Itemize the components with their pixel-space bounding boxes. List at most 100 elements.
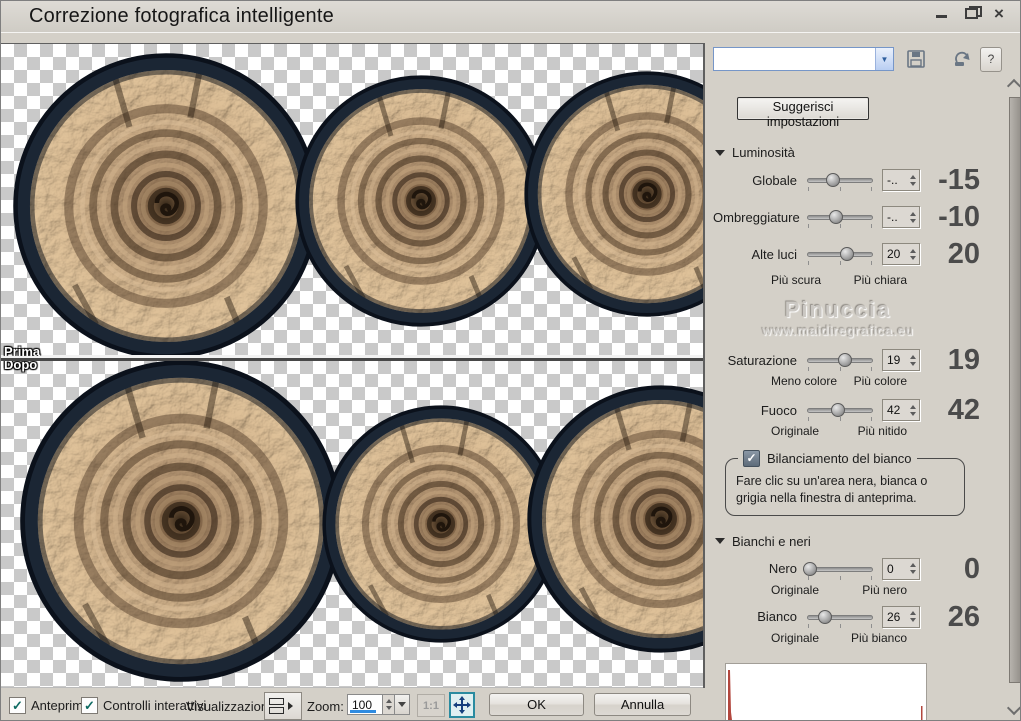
scale-label-original: Originale <box>771 630 820 645</box>
chevron-down-icon[interactable]: ▼ <box>875 48 893 70</box>
zoom-dropdown-button[interactable] <box>395 694 410 715</box>
settings-panel: ▼ ? Suggerisci impostazioni Luminosità G… <box>713 46 1009 720</box>
split-horizontal-icon <box>269 698 284 714</box>
spinner-arrows[interactable] <box>908 404 919 416</box>
scale-label-darker: Più scura <box>771 273 822 287</box>
annotation-value: -10 <box>938 201 980 233</box>
scale-label-more-color: Più colore <box>853 374 907 388</box>
slider-row-shadows: Ombreggiature -.. -10 <box>713 201 980 233</box>
slider-row-white: Bianco 26 26 <box>757 600 980 633</box>
save-preset-icon[interactable] <box>906 49 926 69</box>
zoom-value-bar <box>350 710 376 713</box>
histogram-chart <box>728 669 923 720</box>
saturation-spinbox[interactable]: 19 <box>882 349 920 371</box>
black-slider[interactable] <box>802 560 873 580</box>
restore-button[interactable] <box>964 6 982 20</box>
bottom-toolbar: ✓ Anteprim ✓ Controlli interattivi Visua… <box>1 689 711 720</box>
smart-photo-fix-dialog: Correzione fotografica intelligente × Pr… <box>0 0 1021 721</box>
saturation-slider[interactable] <box>807 351 873 371</box>
scrollbar-thumb[interactable] <box>1009 97 1020 683</box>
after-preview-image <box>1 361 703 687</box>
zoom-spinbox[interactable]: 100 <box>347 694 410 715</box>
scale-label-less-color: Meno colore <box>771 374 838 388</box>
after-label: Dopo <box>4 361 38 372</box>
white-balance-note: Fare clic su un'area nera, bianca o grig… <box>736 474 928 505</box>
focus-slider[interactable] <box>807 401 873 421</box>
panel-scrollbar[interactable] <box>1006 78 1020 716</box>
reset-to-default-icon[interactable] <box>952 49 974 69</box>
shadows-slider-thumb[interactable] <box>829 210 844 224</box>
annotation-value: 42 <box>947 394 980 426</box>
shadows-spinbox[interactable]: -.. <box>882 206 920 228</box>
watermark-site: www.maidiregrafica.eu <box>762 323 914 338</box>
black-slider-thumb[interactable] <box>802 561 817 576</box>
section-blacks-whites[interactable]: Bianchi e neri <box>715 534 1009 549</box>
preview-checkbox[interactable]: ✓ <box>9 697 26 714</box>
before-pane[interactable]: Prima <box>1 44 703 356</box>
zoom-spinner-arrows[interactable] <box>383 694 395 715</box>
scale-label-original: Originale <box>771 424 820 438</box>
scale-label-original: Originale <box>771 582 820 597</box>
help-button[interactable]: ? <box>980 46 1002 72</box>
collapse-triangle-icon[interactable] <box>715 149 725 156</box>
scroll-up-icon[interactable] <box>1006 78 1020 94</box>
minimize-button[interactable] <box>934 6 950 20</box>
zoom-value[interactable]: 100 <box>347 694 383 715</box>
white-slider-thumb[interactable] <box>818 609 833 624</box>
interactive-controls-checkbox[interactable]: ✓ <box>81 697 98 714</box>
preview-area: Prima Dopo <box>1 43 705 688</box>
section-luminosity[interactable]: Luminosità <box>715 145 1009 160</box>
spinner-arrows[interactable] <box>908 248 919 260</box>
watermark-name: Pinuccia <box>784 297 892 322</box>
spinner-arrows[interactable] <box>908 211 919 223</box>
global-spinbox[interactable]: -.. <box>882 169 920 191</box>
suggest-settings-button[interactable]: Suggerisci impostazioni <box>737 97 869 129</box>
spinner-arrows[interactable] <box>908 563 919 575</box>
scale-label-sharper: Più nitido <box>857 424 907 438</box>
before-label: Prima <box>4 344 41 356</box>
spinner-arrows[interactable] <box>908 174 919 186</box>
global-slider[interactable] <box>807 171 873 191</box>
focus-slider-thumb[interactable] <box>831 403 846 417</box>
scale-label-blacker: Più nero <box>862 582 907 597</box>
scroll-down-icon[interactable] <box>1006 700 1020 716</box>
cancel-button[interactable]: Annulla <box>594 693 691 716</box>
annotation-value: -15 <box>938 164 980 196</box>
after-pane[interactable]: Dopo <box>1 361 703 687</box>
before-preview-image <box>1 44 703 356</box>
spinner-arrows[interactable] <box>908 611 919 623</box>
scale-label-whiter: Più bianco <box>850 630 907 645</box>
slider-row-global: Globale -.. -15 <box>752 164 980 196</box>
view-mode-button[interactable] <box>264 692 302 720</box>
ok-button[interactable]: OK <box>489 693 584 716</box>
global-slider-thumb[interactable] <box>826 173 841 187</box>
close-icon: × <box>994 4 1004 23</box>
pan-navigate-button[interactable] <box>449 692 475 718</box>
shadows-slider[interactable] <box>807 208 873 228</box>
highlights-slider[interactable] <box>807 245 873 265</box>
spinner-arrows[interactable] <box>908 354 919 366</box>
zoom-label: Zoom: <box>307 699 344 714</box>
black-spinbox[interactable]: 0 <box>882 557 920 580</box>
close-button[interactable]: × <box>994 4 1010 23</box>
scale-label-lighter: Più chiara <box>853 273 907 287</box>
highlights-slider-thumb[interactable] <box>839 247 854 261</box>
title-bar[interactable]: Correzione fotografica intelligente × <box>1 1 1020 33</box>
collapse-triangle-icon[interactable] <box>715 538 725 545</box>
white-slider[interactable] <box>807 608 873 628</box>
highlights-spinbox[interactable]: 20 <box>882 243 920 265</box>
annotation-value: 26 <box>947 600 980 633</box>
four-way-arrow-icon <box>453 696 471 714</box>
annotation-value: 0 <box>963 552 980 585</box>
preset-combobox[interactable]: ▼ <box>713 47 894 71</box>
slider-row-focus: Fuoco 42 42 <box>760 394 980 426</box>
white-balance-checkbox[interactable]: ✓ <box>743 450 760 467</box>
saturation-slider-thumb[interactable] <box>838 353 853 367</box>
white-spinbox[interactable]: 26 <box>882 605 920 628</box>
focus-spinbox[interactable]: 42 <box>882 399 920 421</box>
flyout-arrow-icon[interactable] <box>288 702 293 710</box>
watermark: Pinuccia www.maidiregrafica.eu <box>713 297 963 338</box>
actual-size-button[interactable]: 1:1 <box>417 694 445 717</box>
slider-row-saturation: Saturazione 19 19 <box>727 344 980 376</box>
white-balance-group: ✓ Bilanciamento del bianco Fare clic su … <box>725 450 965 516</box>
